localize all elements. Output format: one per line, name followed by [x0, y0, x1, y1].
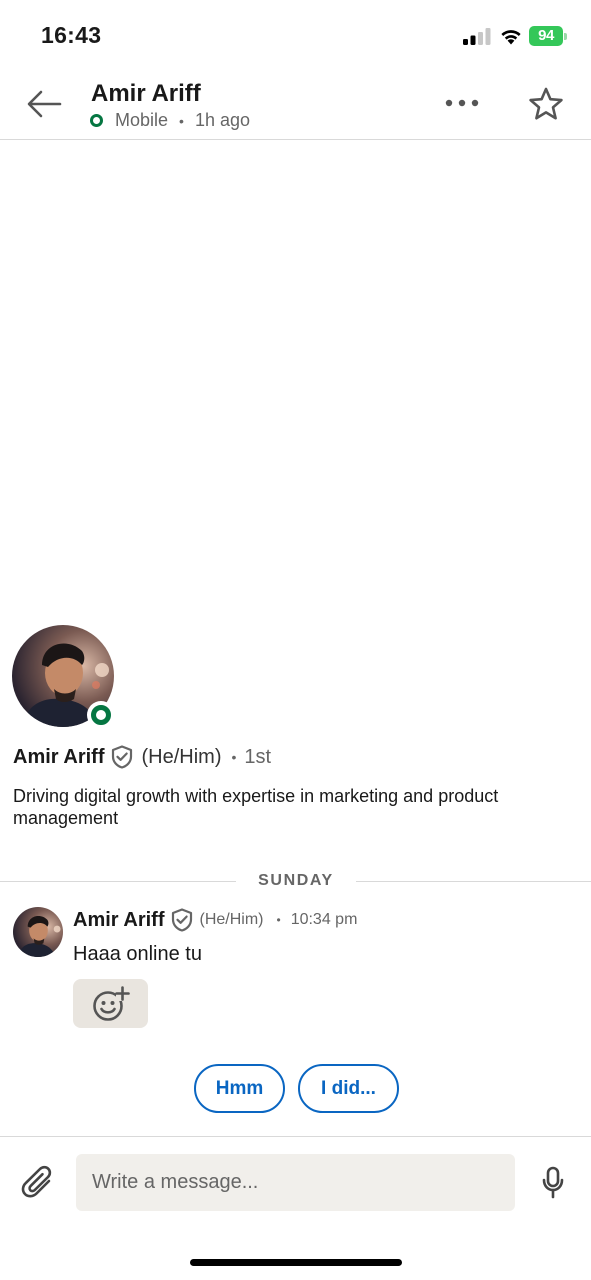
home-indicator[interactable]	[190, 1259, 402, 1266]
separator: •	[179, 112, 184, 129]
status-bar: 16:43 94	[0, 0, 591, 70]
microphone-icon	[542, 1166, 564, 1199]
profile-name[interactable]: Amir Ariff	[13, 746, 104, 769]
verified-shield-icon	[172, 908, 193, 932]
smart-reply-hmm[interactable]: Hmm	[194, 1064, 285, 1113]
back-arrow-icon	[27, 90, 62, 118]
more-options-icon	[445, 99, 479, 107]
message-text: Haaa online tu	[73, 943, 202, 965]
verified-shield-icon	[112, 745, 133, 769]
battery-tip	[564, 33, 567, 40]
message-timestamp: 10:34 pm	[290, 911, 358, 928]
profile-pronouns: (He/Him)	[141, 745, 222, 768]
signal-icon	[463, 28, 491, 45]
more-options-button[interactable]	[440, 88, 484, 118]
day-label: SUNDAY	[258, 872, 334, 889]
presence-indicator-icon	[90, 114, 103, 127]
divider-line	[356, 881, 591, 882]
separator: •	[276, 913, 281, 927]
profile-online-indicator	[87, 701, 115, 729]
message-input[interactable]	[76, 1154, 515, 1211]
connection-degree: 1st	[244, 745, 272, 768]
profile-identity: Amir Ariff (He/Him) • 1st	[13, 745, 271, 769]
add-emoji-icon	[92, 985, 130, 1021]
last-active: 1h ago	[194, 110, 250, 130]
message-composer	[0, 1136, 591, 1226]
header-contact-name[interactable]: Amir Ariff	[91, 80, 201, 108]
day-divider: SUNDAY	[0, 870, 591, 892]
message-sender-avatar[interactable]	[13, 907, 63, 957]
presence-label: Mobile	[115, 110, 169, 130]
smart-reply-i-did[interactable]: I did...	[298, 1064, 399, 1113]
status-time: 16:43	[41, 22, 102, 48]
message-header: Amir Ariff (He/Him) • 10:34 pm	[73, 908, 357, 932]
battery-icon: 94	[529, 26, 567, 46]
attach-button[interactable]	[16, 1161, 60, 1205]
star-button[interactable]	[524, 84, 568, 124]
star-icon	[529, 87, 563, 120]
wifi-icon	[501, 30, 521, 45]
conversation-header: Amir Ariff Mobile • 1h ago	[0, 70, 591, 140]
message-sender-name[interactable]: Amir Ariff	[73, 909, 164, 932]
paperclip-icon	[21, 1165, 52, 1198]
divider-line	[0, 881, 236, 882]
back-button[interactable]	[22, 86, 66, 122]
add-reaction-button[interactable]	[73, 979, 148, 1028]
avatar-photo	[13, 907, 63, 957]
separator: •	[231, 749, 237, 765]
header-status: Mobile • 1h ago	[90, 110, 250, 131]
battery-level: 94	[529, 26, 563, 46]
voice-message-button[interactable]	[536, 1161, 570, 1205]
profile-headline: Driving digital growth with expertise in…	[13, 786, 499, 828]
message-sender-pronouns: (He/Him)	[199, 911, 264, 928]
